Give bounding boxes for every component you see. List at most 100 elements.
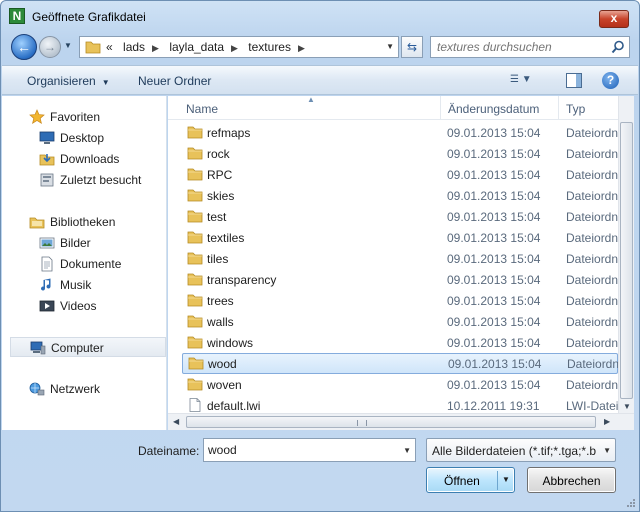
libraries-icon	[29, 217, 45, 229]
file-row[interactable]: trees 09.01.2013 15:04 Dateiordner	[168, 290, 618, 311]
app-icon: N	[9, 8, 25, 24]
column-divider[interactable]	[440, 96, 441, 120]
change-view-button[interactable]: ☰ ▼	[510, 74, 544, 88]
arrow-left-icon: ←	[17, 39, 31, 55]
nav-label: Bilder	[60, 236, 91, 250]
cancel-button[interactable]: Abbrechen	[527, 467, 616, 493]
file-row[interactable]: default.lwi 10.12.2011 19:31 LWI-Datei	[168, 395, 618, 413]
file-row[interactable]: windows 09.01.2013 15:04 Dateiordner	[168, 332, 618, 353]
search-box[interactable]	[430, 36, 630, 58]
folder-icon	[187, 168, 203, 181]
nav-computer[interactable]: Computer	[10, 337, 166, 357]
nav-downloads[interactable]: Downloads	[2, 149, 166, 169]
grip-icon	[357, 420, 367, 426]
help-icon: ?	[606, 73, 615, 87]
folder-icon	[187, 252, 203, 265]
filename-input[interactable]	[208, 443, 388, 457]
filename-combobox[interactable]: ▼	[203, 438, 416, 462]
split-divider	[497, 471, 498, 490]
title-bar[interactable]: N Geöffnete Grafikdatei x	[1, 1, 639, 31]
file-row[interactable]: textiles 09.01.2013 15:04 Dateiordner	[168, 227, 618, 248]
horizontal-scroll-thumb[interactable]	[186, 416, 596, 428]
file-row[interactable]: transparency 09.01.2013 15:04 Dateiordner	[168, 269, 618, 290]
search-icon[interactable]	[611, 40, 625, 54]
forward-button[interactable]: →	[39, 36, 61, 58]
column-header-row: ▲ Name Änderungsdatum Typ	[168, 96, 618, 120]
file-type: Dateiordner	[566, 315, 618, 329]
file-row[interactable]: wood 09.01.2013 15:04 Dateiordner	[182, 353, 618, 374]
open-options-dropdown[interactable]: ▼	[502, 475, 510, 484]
nav-videos[interactable]: Videos	[2, 296, 166, 316]
file-row[interactable]: walls 09.01.2013 15:04 Dateiordner	[168, 311, 618, 332]
column-divider[interactable]	[558, 96, 559, 120]
back-button[interactable]: ←	[11, 34, 37, 60]
column-header-type[interactable]: Typ	[566, 102, 585, 116]
nav-music[interactable]: Musik	[2, 275, 166, 295]
vertical-scrollbar[interactable]: ▼	[618, 96, 634, 413]
file-type: Dateiordner	[566, 210, 618, 224]
breadcrumb-overflow[interactable]: «	[106, 40, 113, 54]
file-type: Dateiordner	[566, 252, 618, 266]
documents-icon	[41, 256, 53, 272]
refresh-button[interactable]: ⇆	[401, 36, 423, 58]
chevron-right-icon[interactable]: ▶	[298, 43, 305, 53]
chevron-right-icon[interactable]: ▶	[152, 43, 159, 53]
column-header-date[interactable]: Änderungsdatum	[448, 102, 539, 116]
file-date: 09.01.2013 15:04	[447, 294, 541, 308]
nav-pictures[interactable]: Bilder	[2, 233, 166, 253]
file-type-filter[interactable]: Alle Bilderdateien (*.tif;*.tga;*.b ▼	[426, 438, 616, 462]
file-row[interactable]: tiles 09.01.2013 15:04 Dateiordner	[168, 248, 618, 269]
nav-network[interactable]: Netzwerk	[2, 379, 166, 399]
file-date: 09.01.2013 15:04	[447, 252, 541, 266]
folder-icon	[187, 294, 203, 307]
file-row[interactable]: test 09.01.2013 15:04 Dateiordner	[168, 206, 618, 227]
file-name: transparency	[207, 273, 277, 287]
file-date: 09.01.2013 15:04	[447, 189, 541, 203]
breadcrumb-item[interactable]: layla_data	[169, 40, 224, 54]
file-type-filter-value: Alle Bilderdateien (*.tif;*.tga;*.b	[432, 444, 597, 458]
address-dropdown-icon[interactable]: ▼	[386, 42, 394, 51]
file-row[interactable]: RPC 09.01.2013 15:04 Dateiordner	[168, 164, 618, 185]
caret-down-icon[interactable]: ▼	[403, 446, 411, 455]
file-row[interactable]: skies 09.01.2013 15:04 Dateiordner	[168, 185, 618, 206]
organize-menu[interactable]: Organisieren ▼	[27, 74, 110, 88]
breadcrumb-item[interactable]: lads	[123, 40, 145, 54]
file-name: woven	[207, 378, 242, 392]
nav-documents[interactable]: Dokumente	[2, 254, 166, 274]
help-button[interactable]: ?	[602, 72, 619, 89]
file-name: default.lwi	[207, 399, 261, 413]
cancel-button-label: Abbrechen	[542, 474, 601, 488]
file-date: 10.12.2011 19:31	[447, 399, 540, 413]
file-name: rock	[207, 147, 230, 161]
resize-grip-icon[interactable]	[626, 498, 636, 508]
breadcrumb-item[interactable]: textures	[248, 40, 291, 54]
file-row[interactable]: woven 09.01.2013 15:04 Dateiordner	[168, 374, 618, 395]
chevron-right-icon[interactable]: ▶	[231, 43, 238, 53]
file-row[interactable]: refmaps 09.01.2013 15:04 Dateiordner	[168, 122, 618, 143]
open-button[interactable]: Öffnen ▼	[426, 467, 515, 493]
preview-pane-button[interactable]	[566, 73, 582, 88]
folder-icon	[187, 210, 203, 223]
nav-favorites[interactable]: Favoriten	[2, 107, 166, 127]
recent-pages-dropdown[interactable]: ▼	[64, 41, 74, 53]
scroll-down-icon[interactable]: ▼	[623, 402, 631, 411]
nav-desktop[interactable]: Desktop	[2, 128, 166, 148]
videos-icon	[39, 300, 55, 312]
scroll-right-icon[interactable]: ▶	[604, 417, 610, 426]
column-header-name[interactable]: Name	[186, 102, 218, 116]
address-bar[interactable]: « lads ▶ layla_data ▶ textures ▶ ▼	[79, 36, 399, 58]
scroll-left-icon[interactable]: ◀	[173, 417, 179, 426]
nav-recent-places[interactable]: Zuletzt besucht	[2, 170, 166, 190]
file-row[interactable]: rock 09.01.2013 15:04 Dateiordner	[168, 143, 618, 164]
caret-down-icon: ▼	[603, 446, 611, 455]
vertical-scroll-thumb[interactable]	[620, 122, 633, 399]
navigation-pane: Favoriten Desktop Downloads Zuletzt besu…	[2, 96, 167, 430]
horizontal-scrollbar[interactable]: ◀ ▶	[168, 413, 634, 430]
close-button[interactable]: x	[599, 10, 629, 28]
file-date: 09.01.2013 15:04	[447, 336, 541, 350]
new-folder-button[interactable]: Neuer Ordner	[138, 74, 211, 88]
file-type: Dateiordner	[566, 378, 618, 392]
search-input[interactable]	[437, 40, 597, 54]
file-list: ▲ Name Änderungsdatum Typ refmaps 09.01.2…	[168, 96, 618, 413]
nav-libraries[interactable]: Bibliotheken	[2, 212, 166, 232]
